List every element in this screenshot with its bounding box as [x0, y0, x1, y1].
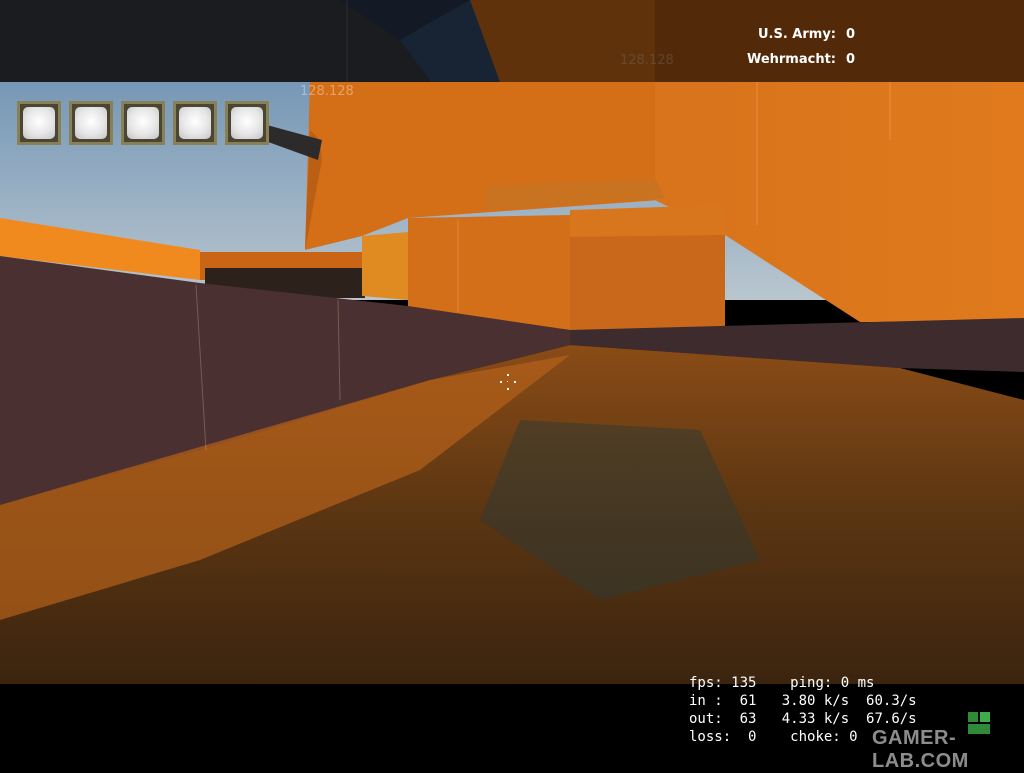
- out-rate: 4.33 k/s: [781, 711, 850, 727]
- empty-slot-icon: [127, 107, 159, 139]
- crosshair-icon: [500, 374, 516, 390]
- in-pps: 60.3/s: [866, 693, 917, 709]
- team-score-wehrmacht: 0: [846, 52, 856, 67]
- team-scoreboard: U.S. Army: Wehrmacht:: [700, 22, 836, 72]
- ping-value: 0 ms: [840, 675, 875, 691]
- in-rate: 3.80 k/s: [781, 693, 850, 709]
- loss-value: 0: [748, 729, 757, 745]
- in-count: 61: [739, 693, 757, 709]
- empty-slot-icon: [231, 107, 263, 139]
- inventory-slots: [17, 101, 269, 145]
- out-pps: 67.6/s: [866, 711, 917, 727]
- inventory-slot-2: [69, 101, 113, 145]
- empty-slot-icon: [75, 107, 107, 139]
- inventory-slot-4: [173, 101, 217, 145]
- wall-label: 128.128: [300, 84, 354, 99]
- team-name-us-army: U.S. Army:: [757, 27, 836, 42]
- team-score-us-army: 0: [846, 27, 856, 42]
- inventory-slot-3: [121, 101, 165, 145]
- empty-slot-icon: [179, 107, 211, 139]
- inventory-slot-5: [225, 101, 269, 145]
- out-count: 63: [739, 711, 757, 727]
- net-graph-row-out: out: 63 4.33 k/s 67.6/s: [689, 711, 917, 727]
- watermark-text: GAMER-LAB.COM: [872, 727, 969, 772]
- inventory-slot-1: [17, 101, 61, 145]
- net-graph-row-in: in : 61 3.80 k/s 60.3/s: [689, 693, 917, 709]
- net-graph-row-fps: fps: 135 ping: 0 ms: [689, 675, 875, 691]
- fps-value: 135: [731, 675, 757, 691]
- team-name-wehrmacht: Wehrmacht:: [746, 52, 836, 67]
- empty-slot-icon: [23, 107, 55, 139]
- choke-value: 0: [849, 729, 858, 745]
